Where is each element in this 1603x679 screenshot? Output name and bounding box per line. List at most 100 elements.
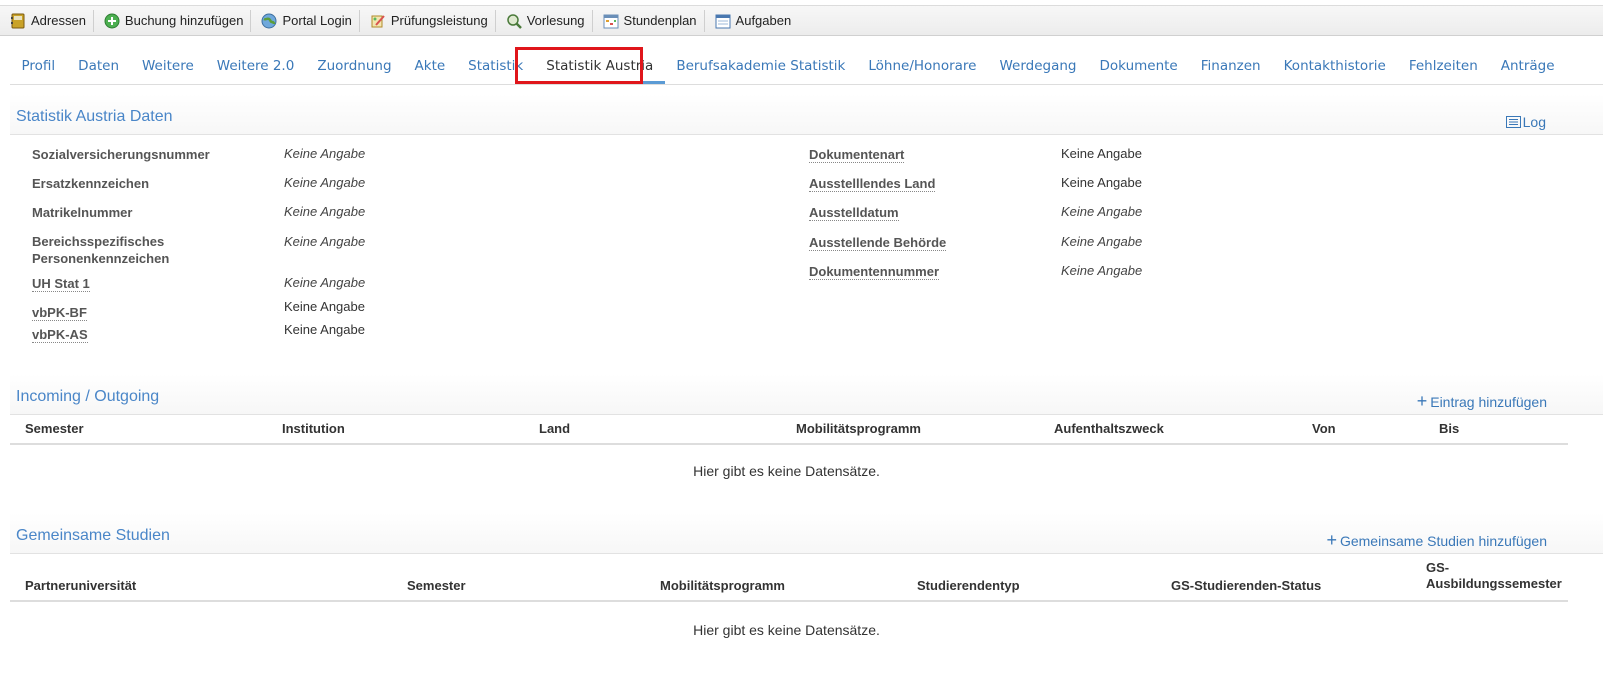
label-dokumentennummer[interactable]: Dokumentennummer — [809, 263, 940, 280]
label-vbpk-as[interactable]: vbPK-AS — [32, 326, 88, 343]
value-ausstelldatum: Keine Angabe — [1061, 204, 1143, 219]
exam-icon — [371, 14, 385, 27]
label-text: Dokumentennummer — [809, 264, 940, 280]
value-uh-stat-1: Keine Angabe — [284, 275, 366, 290]
toolbar-label: Aufgaben — [735, 13, 792, 28]
toolbar-label: Stundenplan — [623, 13, 697, 28]
value-ausstellende-behoerde: Keine Angabe — [1061, 234, 1143, 249]
log-icon — [1505, 116, 1521, 128]
value-matrikelnummer: Keine Angabe — [284, 204, 366, 219]
add-entry-button[interactable]: + Eintrag hinzufügen — [1416, 391, 1547, 411]
toolbar-vorlesung[interactable]: Vorlesung — [494, 9, 592, 32]
toolbar-label: Portal Login — [282, 13, 352, 28]
section-title: Incoming / Outgoing — [16, 388, 160, 405]
label-text: vbPK-AS — [32, 327, 88, 343]
label-bpk-line1: Bereichsspezifisches — [32, 234, 165, 249]
label-uh-stat-1[interactable]: UH Stat 1 — [32, 275, 90, 292]
log-link[interactable]: Log — [1505, 114, 1546, 130]
label-sozialversicherungsnummer: Sozialversicherungsnummer — [32, 147, 210, 162]
column-header-line2: Ausbildungssemester — [1426, 576, 1562, 591]
label-dokumentenart[interactable]: Dokumentenart — [809, 146, 905, 163]
column-header[interactable]: Von — [1312, 421, 1336, 437]
incoming-empty-message: Hier gibt es keine Datensätze. — [693, 463, 880, 479]
add-gemeinsame-label: Gemeinsame Studien hinzufügen — [1339, 533, 1547, 549]
column-header[interactable]: Mobilitätsprogramm — [796, 421, 921, 437]
tab-zuordnung[interactable]: Zuordnung — [306, 52, 403, 84]
section-title: Gemeinsame Studien — [16, 527, 170, 544]
label-matrikelnummer: Matrikelnummer — [32, 205, 133, 220]
tab-werdegang[interactable]: Werdegang — [988, 52, 1088, 84]
column-header[interactable]: Semester — [25, 421, 84, 437]
log-label: Log — [1522, 114, 1546, 130]
value-ersatzkennzeichen: Keine Angabe — [284, 175, 366, 190]
gemeinsame-section-header: Gemeinsame Studien + Gemeinsame Studien h… — [10, 513, 1603, 554]
value-vbpk-as: Keine Angabe — [284, 322, 365, 337]
tab-akte[interactable]: Akte — [403, 52, 457, 84]
tab-bar: Profil Daten Weitere Weitere 2.0 Zuordnu… — [10, 42, 1603, 85]
top-toolbar: Adressen Buchung hinzufügen Portal Login… — [0, 5, 1603, 36]
label-text: vbPK-BF — [32, 305, 87, 321]
column-header-line1: GS- — [1426, 560, 1450, 575]
tab-weitere-2[interactable]: Weitere 2.0 — [205, 52, 306, 84]
toolbar-label: Adressen — [31, 13, 86, 28]
column-header-gs-ausbildungssemester[interactable]: GS- Ausbildungssemester — [1426, 560, 1562, 592]
label-ausstellendes-land[interactable]: Ausstelllendes Land — [809, 175, 936, 192]
tab-finanzen[interactable]: Finanzen — [1189, 52, 1272, 84]
value-dokumentenart: Keine Angabe — [1061, 146, 1142, 161]
label-text: Ausstelllendes Land — [809, 176, 936, 192]
label-text: UH Stat 1 — [32, 276, 90, 292]
column-header[interactable]: Semester — [407, 578, 466, 594]
incoming-section-header: Incoming / Outgoing + Eintrag hinzufügen — [10, 374, 1603, 415]
tab-fehlzeiten[interactable]: Fehlzeiten — [1397, 52, 1489, 84]
add-gemeinsame-studien-button[interactable]: + Gemeinsame Studien hinzufügen — [1326, 530, 1547, 550]
globe-icon — [261, 13, 277, 28]
plus-icon: + — [1326, 530, 1337, 550]
tab-statistik[interactable]: Statistik — [457, 52, 535, 84]
label-text: Ausstellende Behörde — [809, 235, 947, 251]
column-header[interactable]: Mobilitätsprogramm — [660, 578, 785, 594]
column-header[interactable]: Aufenthaltszweck — [1054, 421, 1164, 437]
add-booking-icon — [104, 13, 120, 28]
column-header[interactable]: Bis — [1439, 421, 1459, 437]
toolbar-buchung-hinzufuegen[interactable]: Buchung hinzufügen — [92, 9, 251, 32]
column-header[interactable]: Partneruniversität — [25, 578, 136, 594]
address-book-icon — [11, 13, 25, 28]
add-entry-label: Eintrag hinzufügen — [1430, 394, 1547, 410]
column-header[interactable]: Institution — [282, 421, 345, 437]
tab-daten[interactable]: Daten — [67, 52, 131, 84]
gemeinsame-empty-message: Hier gibt es keine Datensätze. — [693, 622, 880, 638]
column-header[interactable]: GS-Studierenden-Status — [1171, 578, 1321, 594]
tab-berufsakademie-statistik[interactable]: Berufsakademie Statistik — [665, 52, 857, 84]
column-header[interactable]: Land — [539, 421, 570, 437]
toolbar-label: Vorlesung — [526, 13, 585, 28]
label-bpk-line2: Personenkennzeichen — [32, 251, 170, 266]
label-vbpk-bf[interactable]: vbPK-BF — [32, 304, 87, 321]
tab-weitere[interactable]: Weitere — [131, 52, 206, 84]
statistik-section-header: Statistik Austria Daten Log — [10, 94, 1603, 135]
value-dokumentennummer: Keine Angabe — [1061, 263, 1143, 278]
label-text: Dokumentenart — [809, 147, 905, 163]
toolbar-label: Buchung hinzufügen — [124, 13, 244, 28]
tab-statistik-austria[interactable]: Statistik Austria — [534, 52, 665, 84]
gemeinsame-table-header: Partneruniversität Semester Mobilitätspr… — [10, 554, 1568, 602]
value-vbpk-bf: Keine Angabe — [284, 299, 365, 314]
plus-icon: + — [1416, 391, 1428, 411]
tab-antraege[interactable]: Anträge — [1489, 52, 1566, 84]
label-ersatzkennzeichen: Ersatzkennzeichen — [32, 176, 150, 191]
toolbar-aufgaben[interactable]: Aufgaben — [703, 9, 799, 32]
toolbar-portal-login[interactable]: Portal Login — [250, 9, 358, 32]
tasks-icon — [715, 14, 731, 28]
label-ausstelldatum[interactable]: Ausstelldatum — [809, 204, 899, 221]
value-bpk: Keine Angabe — [284, 234, 366, 249]
column-header[interactable]: Studierendentyp — [917, 578, 1020, 594]
toolbar-stundenplan[interactable]: Stundenplan — [591, 9, 704, 32]
section-title: Statistik Austria Daten — [16, 108, 173, 125]
tab-profil[interactable]: Profil — [10, 52, 67, 84]
label-ausstellende-behoerde[interactable]: Ausstellende Behörde — [809, 234, 947, 251]
toolbar-adressen[interactable]: Adressen — [0, 10, 93, 32]
label-text: Ausstelldatum — [809, 205, 899, 221]
tab-kontakthistorie[interactable]: Kontakthistorie — [1272, 52, 1397, 84]
tab-dokumente[interactable]: Dokumente — [1088, 52, 1189, 84]
tab-loehne-honorare[interactable]: Löhne/Honorare — [857, 52, 988, 84]
toolbar-pruefungsleistung[interactable]: Prüfungsleistung — [358, 9, 495, 32]
